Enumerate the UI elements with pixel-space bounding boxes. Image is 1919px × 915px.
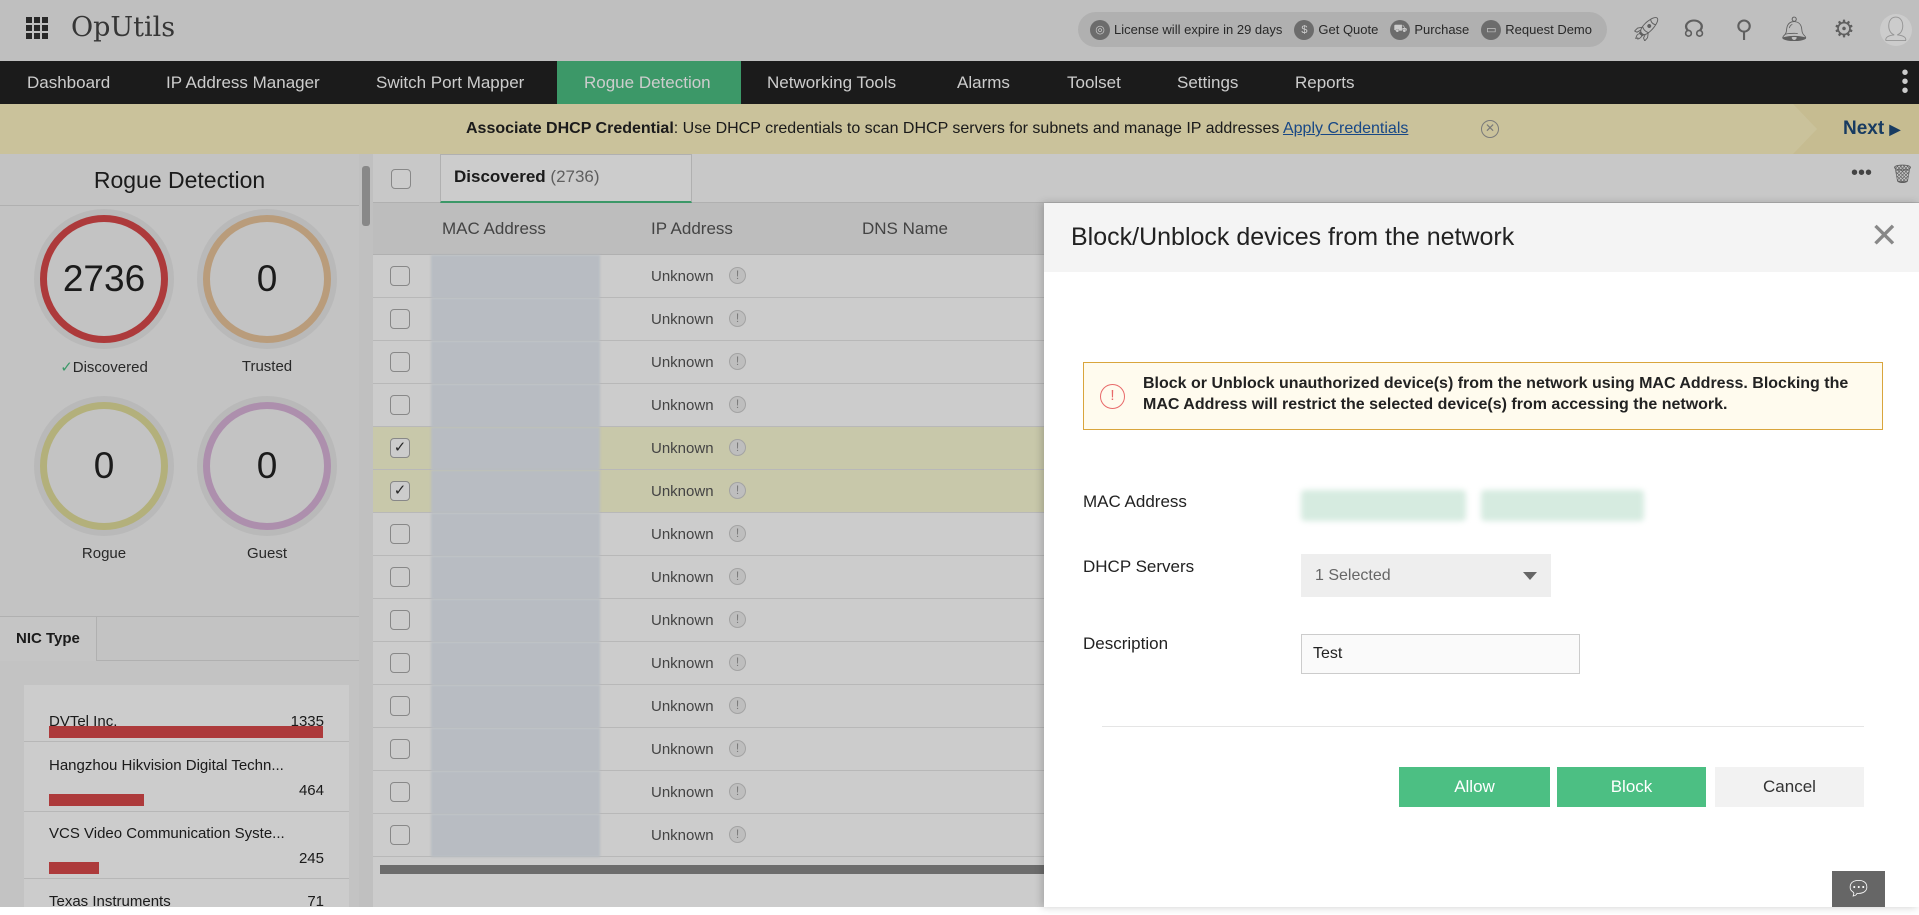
dhcp-servers-label: DHCP Servers xyxy=(1083,557,1195,576)
dhcp-servers-select[interactable]: 1 Selected xyxy=(1301,554,1551,597)
description-input[interactable] xyxy=(1301,634,1580,674)
dialog-title: Block/Unblock devices from the network xyxy=(1071,223,1515,251)
info-alert: ! Block or Unblock unauthorized device(s… xyxy=(1083,362,1883,430)
block-unblock-dialog: Block/Unblock devices from the network ✕… xyxy=(1044,203,1919,907)
mac-address-chip xyxy=(1481,490,1644,521)
dialog-header: Block/Unblock devices from the network ✕ xyxy=(1044,203,1919,272)
mac-address-chip xyxy=(1301,490,1466,521)
exclamation-circle-icon: ! xyxy=(1100,384,1125,409)
caret-down-icon xyxy=(1523,572,1537,580)
description-label: Description xyxy=(1083,634,1169,653)
close-icon[interactable]: ✕ xyxy=(1870,219,1899,253)
dhcp-selected-value: 1 Selected xyxy=(1315,567,1391,584)
mac-address-label: MAC Address xyxy=(1083,492,1187,511)
divider xyxy=(1102,726,1864,727)
chat-icon[interactable]: 💬︎ xyxy=(1832,871,1885,907)
cancel-button[interactable]: Cancel xyxy=(1715,767,1864,807)
block-button[interactable]: Block xyxy=(1557,767,1706,807)
alert-text: Block or Unblock unauthorized device(s) … xyxy=(1143,375,1849,413)
allow-button[interactable]: Allow xyxy=(1399,767,1550,807)
